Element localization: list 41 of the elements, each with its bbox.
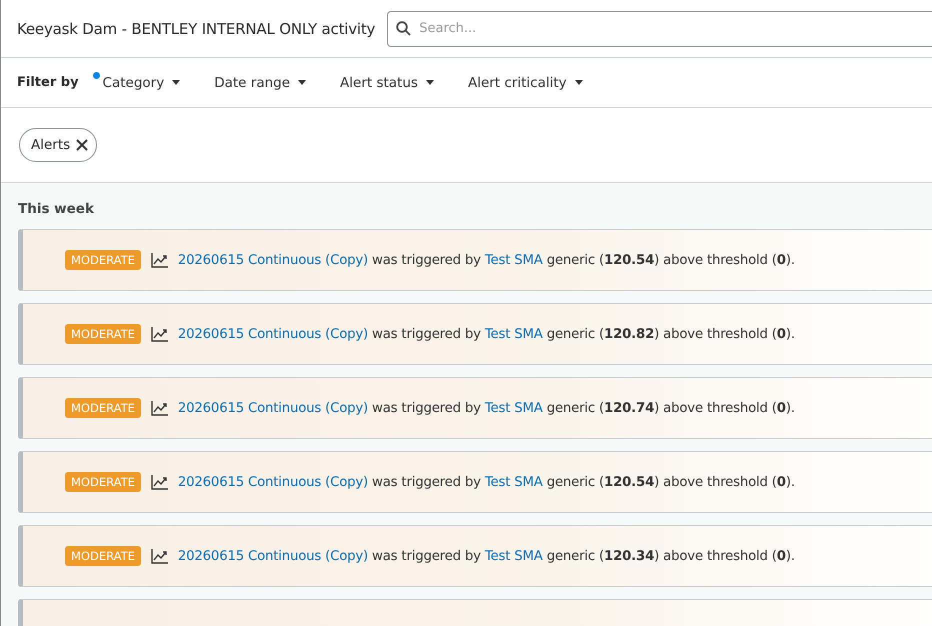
sensor-link[interactable]: Test SMA	[484, 548, 543, 564]
sensor-link[interactable]: Test SMA	[484, 474, 543, 490]
sensor-link[interactable]: Test SMA	[484, 326, 543, 342]
sensor-link[interactable]: Test SMA	[484, 252, 543, 268]
alarm-link[interactable]: 20260615 Continuous (Copy)	[178, 326, 368, 342]
search-field[interactable]: Search...	[387, 10, 932, 46]
search-icon	[396, 20, 412, 36]
alarm-link[interactable]: 20260615 Continuous (Copy)	[178, 548, 368, 564]
section-heading: This week	[18, 201, 95, 217]
severity-badge: MODERATE	[65, 324, 141, 344]
filter-dropdown[interactable]: Category	[102, 74, 180, 90]
close-icon	[76, 139, 88, 151]
alarm-link[interactable]: 20260615 Continuous (Copy)	[178, 400, 368, 416]
trend-chart-icon	[150, 548, 168, 564]
trend-chart-icon	[150, 252, 168, 268]
filter-dropdown[interactable]: Alert status	[340, 74, 434, 90]
severity-badge: MODERATE	[65, 546, 141, 566]
trend-chart-icon	[150, 474, 168, 490]
sensor-link[interactable]: Test SMA	[484, 400, 543, 416]
alert-message: 20260615 Continuous (Copy) was triggered by Test SMA generic (120.74) above threshold (0).	[178, 400, 795, 416]
chip-label: Alerts	[31, 137, 70, 153]
severity-badge: MODERATE	[65, 472, 141, 492]
alarm-link[interactable]: 20260615 Continuous (Copy)	[178, 474, 368, 490]
filter-dropdown[interactable]: Date range	[214, 74, 306, 90]
caret-icon	[172, 80, 180, 85]
alert-message: 20260615 Continuous (Copy) was triggered by Test SMA generic (120.54) above threshold (0).	[178, 252, 795, 268]
caret-icon	[426, 80, 434, 85]
severity-badge: MODERATE	[65, 398, 141, 418]
remove-chip-button[interactable]	[76, 139, 88, 151]
trend-chart-icon	[150, 326, 168, 342]
severity-badge: MODERATE	[65, 250, 141, 270]
caret-icon	[298, 80, 306, 85]
page-title: Keeyask Dam - BENTLEY INTERNAL ONLY activity	[17, 20, 376, 38]
alert-message: 20260615 Continuous (Copy) was triggered by Test SMA generic (120.82) above threshold (0).	[178, 326, 795, 342]
alert-message: 20260615 Continuous (Copy) was triggered by Test SMA generic (120.34) above threshold (0).	[178, 548, 795, 564]
trend-chart-icon	[150, 400, 168, 416]
alert-message: 20260615 Continuous (Copy) was triggered by Test SMA generic (120.54) above threshold (0).	[178, 474, 795, 490]
filter-label: Filter by	[17, 75, 79, 90]
caret-icon	[574, 80, 583, 85]
filter-dropdown[interactable]: Alert criticality	[468, 74, 583, 90]
alarm-link[interactable]: 20260615 Continuous (Copy)	[178, 252, 368, 268]
